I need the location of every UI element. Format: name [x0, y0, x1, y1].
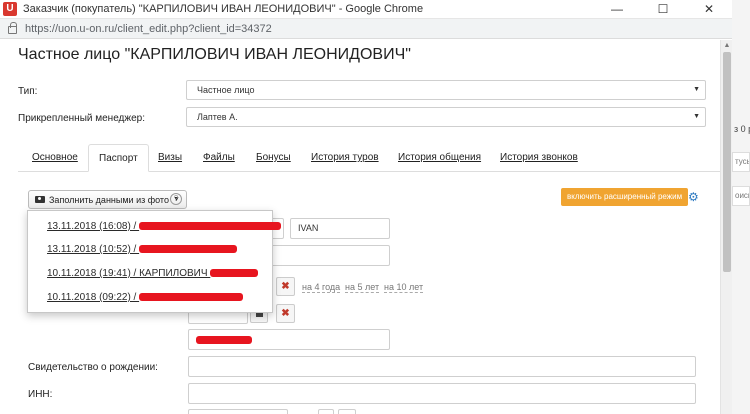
url-text: https://uon.u-on.ru/client_edit.php?clie… [25, 22, 272, 35]
photo-history-item[interactable]: 13.11.2018 (16:08) / [47, 221, 282, 232]
photo-history-item[interactable]: 10.11.2018 (09:22) / [47, 292, 244, 303]
period-5-years-link[interactable]: на 5 лет [345, 282, 380, 293]
fill-from-photo-button[interactable]: Заполнить данными из фото ▼ [28, 190, 187, 209]
help-icon[interactable]: ? [170, 193, 182, 205]
manager-label: Прикрепленный менеджер: [18, 113, 145, 124]
name-latin-value: IVAN [298, 223, 319, 233]
inn-input[interactable] [188, 383, 696, 404]
extended-mode-button[interactable]: включить расширенный режим [561, 188, 689, 206]
tab-bonuses[interactable]: Бонусы [256, 144, 291, 172]
address-bar[interactable]: https://uon.u-on.ru/client_edit.php?clie… [0, 19, 732, 39]
next-field-button-b[interactable] [338, 409, 356, 414]
tab-bar: Основное Паспорт Визы Файлы Бонусы Истор… [18, 144, 720, 172]
page-title: Частное лицо "КАРПИЛОВИЧ ИВАН ЛЕОНИДОВИЧ… [18, 46, 411, 63]
redaction-mark [139, 222, 282, 231]
page-content: Частное лицо "КАРПИЛОВИЧ ИВАН ЛЕОНИДОВИЧ… [0, 40, 720, 414]
vertical-scrollbar[interactable]: ▲ [720, 40, 732, 414]
scroll-thumb[interactable] [723, 52, 731, 272]
window-title: Заказчик (покупатель) "КАРПИЛОВИЧ ИВАН Л… [23, 3, 424, 15]
birth-certificate-input[interactable] [188, 356, 696, 377]
tab-files[interactable]: Файлы [203, 144, 235, 172]
manager-select[interactable]: Лаптев А. ▼ [186, 107, 706, 127]
period-4-years-link[interactable]: на 4 года [302, 282, 341, 293]
manager-value: Лаптев А. [197, 112, 238, 122]
browser-window: U Заказчик (покупатель) "КАРПИЛОВИЧ ИВАН… [0, 0, 732, 414]
minimize-button[interactable]: — [594, 2, 640, 16]
gear-icon[interactable]: ⚙ [688, 190, 699, 204]
window-controls: — ☐ ✕ [594, 2, 732, 16]
fill-from-photo-label: Заполнить данными из фото [49, 194, 169, 205]
type-select[interactable]: Частное лицо ▼ [186, 80, 706, 100]
background-text: з 0 р [734, 124, 750, 134]
clear-date-button[interactable]: ✖ [276, 277, 295, 296]
birthplace-input[interactable] [188, 329, 390, 350]
next-field-button-a[interactable] [318, 409, 334, 414]
lock-icon [8, 22, 17, 34]
tab-visas[interactable]: Визы [158, 144, 182, 172]
next-field-input[interactable] [188, 409, 288, 414]
tab-call-history[interactable]: История звонков [500, 144, 578, 172]
title-bar: U Заказчик (покупатель) "КАРПИЛОВИЧ ИВАН… [0, 0, 732, 19]
redaction-mark [139, 293, 244, 302]
background-box: тусы [732, 152, 750, 172]
redaction-mark [139, 245, 238, 254]
background-page-strip: з 0 р тусы оиск [732, 0, 750, 414]
chevron-down-icon: ▼ [693, 113, 700, 120]
birth-certificate-label: Свидетельство о рождении: [28, 362, 158, 373]
type-value: Частное лицо [197, 85, 255, 95]
photo-history-dropdown: 13.11.2018 (16:08) / 13.11.2018 (10:52) … [27, 210, 282, 313]
photo-history-item[interactable]: 13.11.2018 (10:52) / [47, 244, 238, 255]
redaction-mark [210, 269, 259, 278]
period-10-years-link[interactable]: на 10 лет [384, 282, 424, 293]
redaction-mark [196, 335, 252, 344]
close-button[interactable]: ✕ [686, 2, 732, 16]
tab-communication-history[interactable]: История общения [398, 144, 481, 172]
chevron-down-icon: ▼ [693, 86, 700, 93]
background-box: оиск [732, 186, 750, 206]
clear-birth-date-button[interactable]: ✖ [276, 304, 295, 323]
scroll-up-icon[interactable]: ▲ [721, 40, 732, 52]
tab-passport[interactable]: Паспорт [88, 144, 149, 172]
photo-history-item[interactable]: 10.11.2018 (19:41) / КАРПИЛОВИЧ [47, 268, 259, 279]
maximize-button[interactable]: ☐ [640, 2, 686, 16]
tab-main[interactable]: Основное [32, 144, 78, 172]
name-latin-input[interactable]: IVAN [290, 218, 390, 239]
inn-label: ИНН: [28, 389, 53, 400]
tab-tour-history[interactable]: История туров [311, 144, 379, 172]
camera-icon [35, 196, 45, 203]
type-label: Тип: [18, 86, 38, 97]
app-logo-icon: U [3, 2, 17, 16]
